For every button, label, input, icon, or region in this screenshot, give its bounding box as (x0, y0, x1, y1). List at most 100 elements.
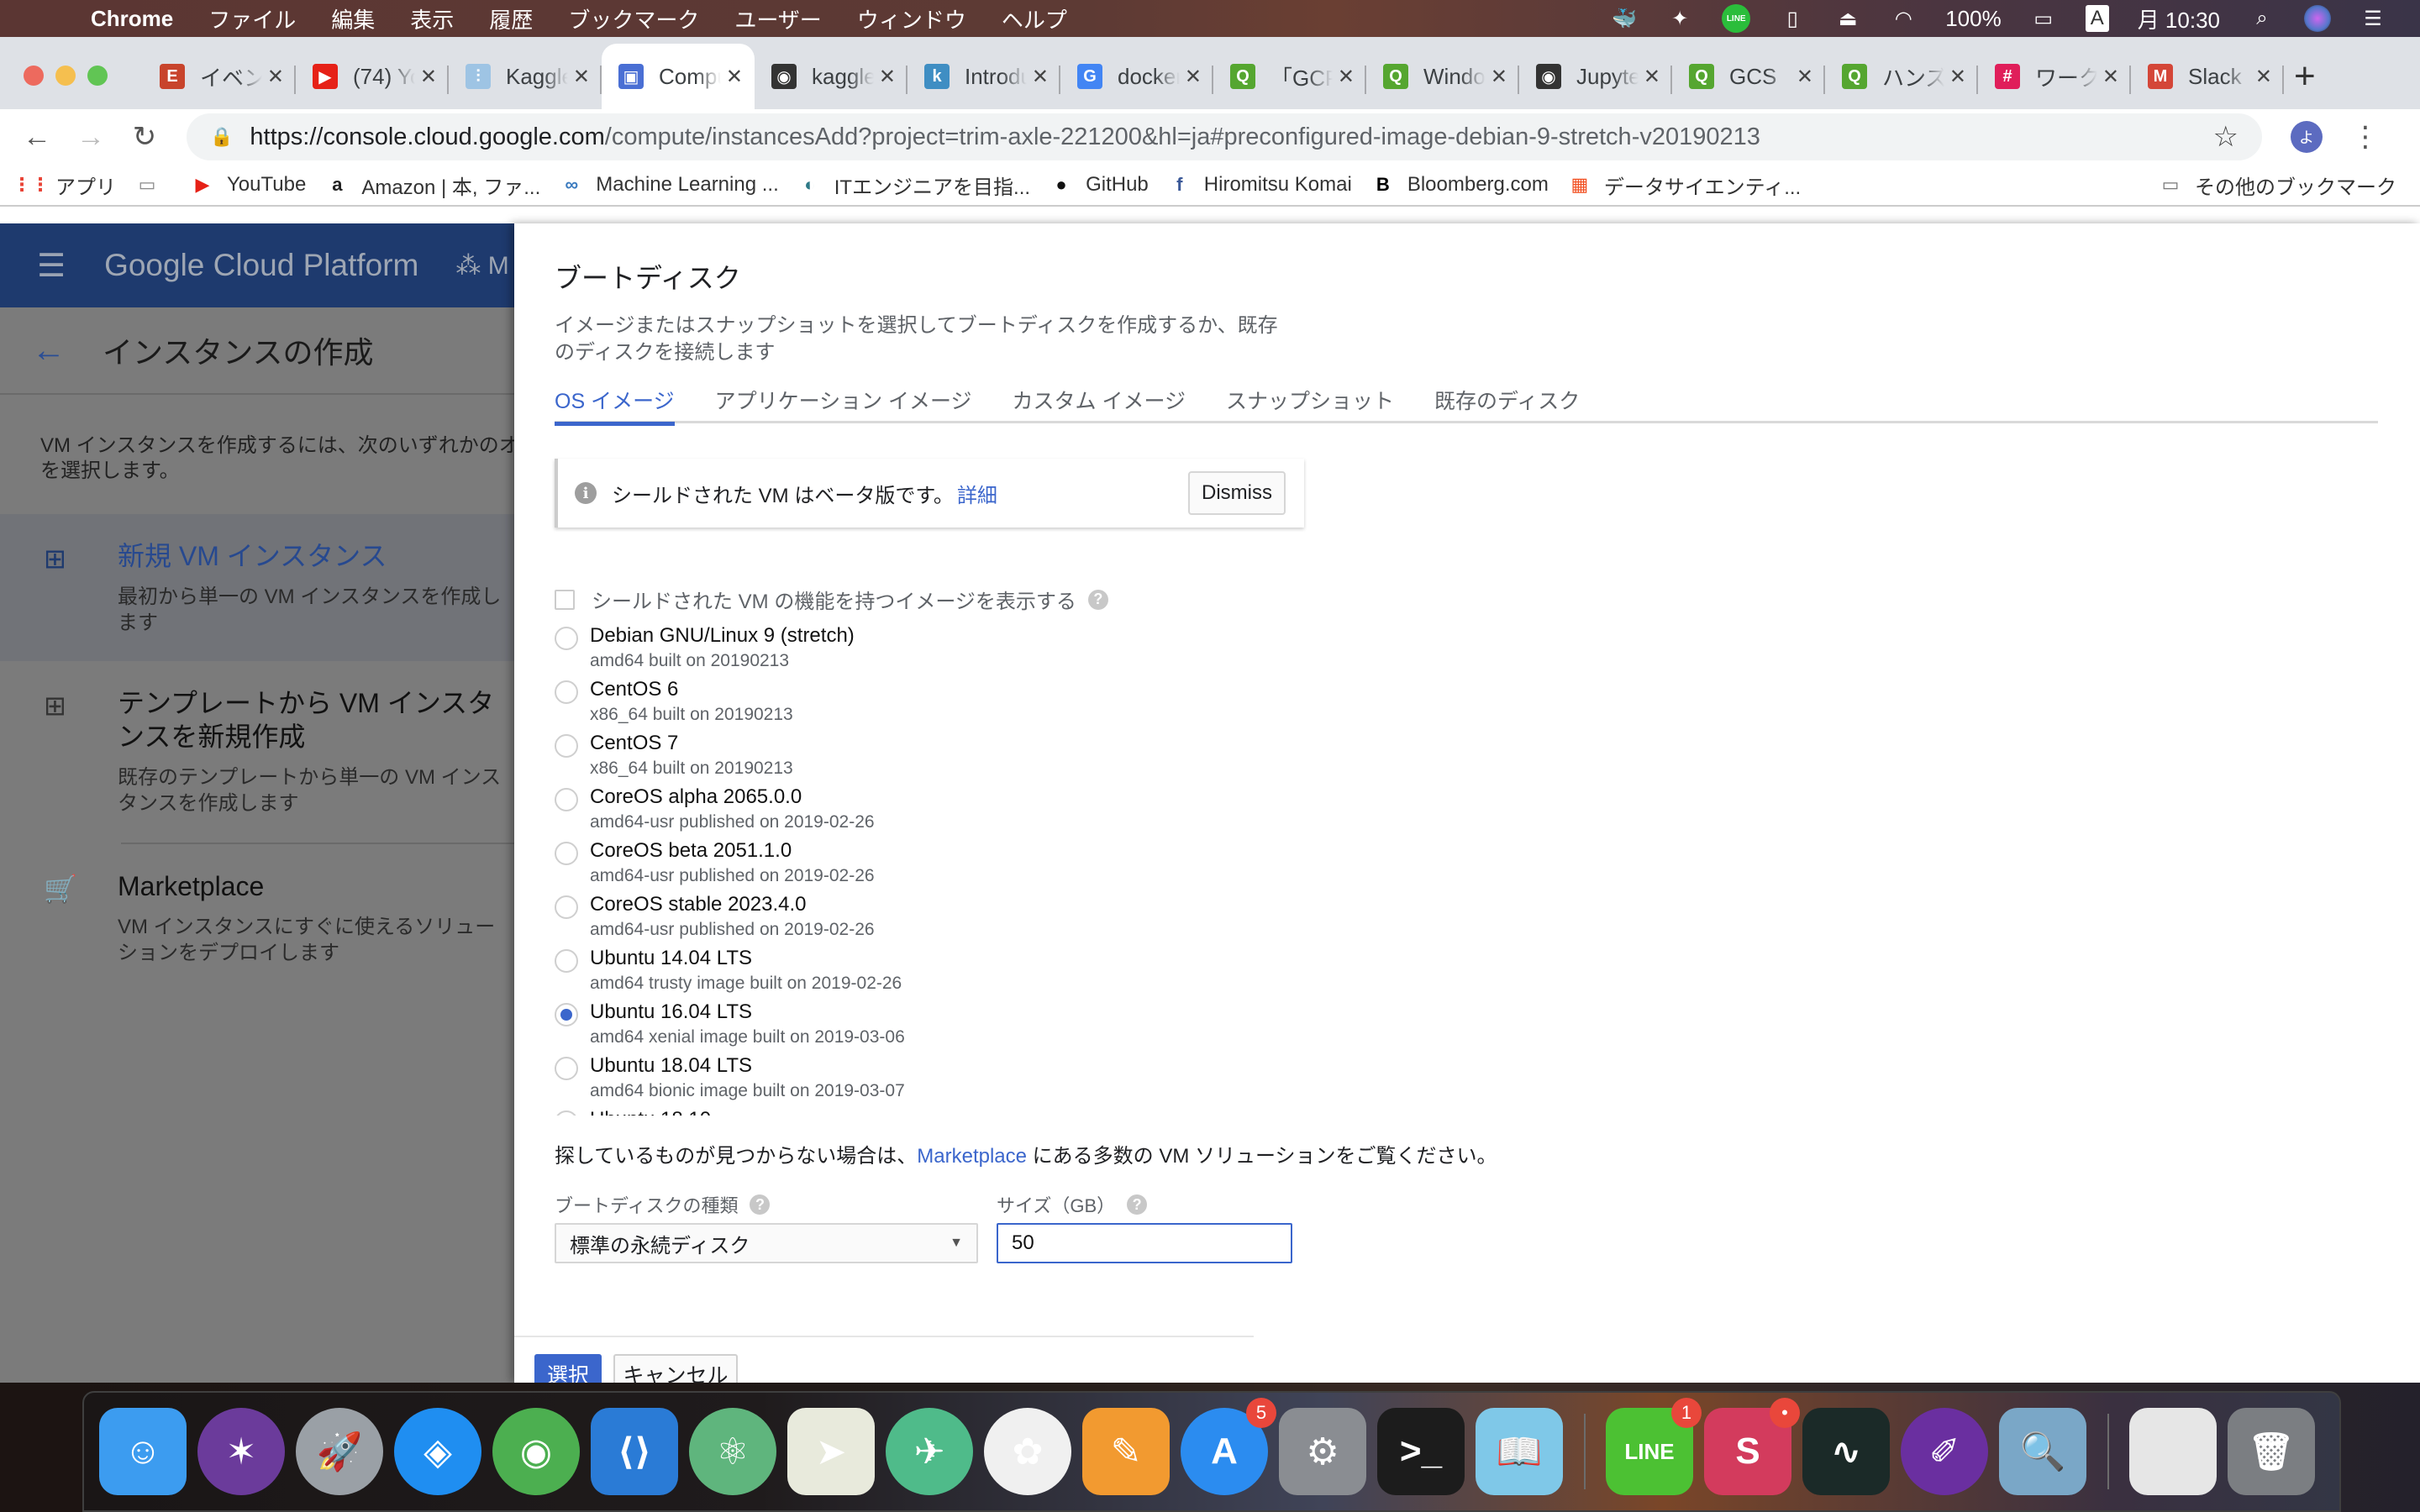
tab-close-icon[interactable]: ✕ (267, 65, 284, 89)
other-bookmarks[interactable]: ▭ その他のブックマーク (2158, 171, 2396, 200)
tab-close-icon[interactable]: ✕ (2102, 65, 2119, 89)
input-method-indicator[interactable]: A (2085, 5, 2109, 32)
dock-slack-icon[interactable]: S • (1704, 1398, 1800, 1495)
bookmark-star-icon[interactable]: ☆ (2213, 120, 2238, 154)
creation-option[interactable]: 🛒 Marketplace VM インスタンスにすぐに使えるソリュー ションをデプロ… (0, 844, 514, 991)
os-radio-button[interactable] (555, 1003, 578, 1026)
back-arrow-icon[interactable]: ← (32, 332, 66, 370)
bookmark-item[interactable]: ∞ Machine Learning ... (559, 172, 778, 197)
image-source-tab[interactable]: アプリケーション イメージ (715, 375, 972, 423)
image-source-tab[interactable]: スナップショット (1226, 375, 1394, 423)
menu-user[interactable]: ユーザー (734, 3, 821, 34)
dock-atom-icon[interactable]: ⚛ (689, 1408, 776, 1495)
menu-window[interactable]: ウィンドウ (857, 3, 966, 34)
browser-tab[interactable]: # ワークスペース✕ (1978, 44, 2131, 109)
os-image-option[interactable]: Ubuntu 16.04 LTS amd64 xenial image built… (555, 1000, 1311, 1053)
project-selector[interactable]: ⁂ M (455, 251, 508, 281)
bookmark-item[interactable]: ▭ (134, 172, 171, 197)
display-icon[interactable]: ▯ (1779, 6, 1806, 31)
menu-help[interactable]: ヘルプ (1002, 3, 1067, 34)
image-source-tab[interactable]: 既存のディスク (1434, 375, 1580, 423)
forward-button[interactable]: → (74, 121, 108, 154)
bookmark-item[interactable]: ▶ YouTube (190, 172, 307, 197)
browser-tab[interactable]: M Slack ✕ (2131, 44, 2284, 109)
os-radio-button[interactable] (555, 949, 578, 973)
bookmark-item[interactable]: B Bloomberg.com (1370, 172, 1549, 197)
creation-option[interactable]: ⊞ 新規 VM インスタンス 最初から単一の VM インスタンスを作成し ます (0, 514, 514, 662)
menu-edit[interactable]: 編集 (331, 3, 375, 34)
os-radio-button[interactable] (555, 1057, 578, 1080)
airplay-icon[interactable]: ⏏ (1834, 6, 1861, 31)
status-app-icon[interactable]: ✦ (1666, 6, 1693, 31)
os-radio-button[interactable] (555, 627, 578, 650)
os-radio-button[interactable] (555, 788, 578, 811)
dock-line-icon[interactable]: LINE 1 (1606, 1398, 1702, 1495)
dock-app-store-icon[interactable]: A5 (1181, 1398, 1276, 1495)
browser-tab[interactable]: E イベント✕ (143, 44, 296, 109)
os-image-option[interactable]: Ubuntu 18.10 (555, 1107, 1311, 1116)
tab-close-icon[interactable]: ✕ (1185, 65, 1202, 89)
tab-close-icon[interactable]: ✕ (879, 65, 896, 89)
bookmark-item[interactable]: ▦ データサイエンティ... (1567, 171, 1802, 200)
os-image-option[interactable]: CoreOS stable 2023.4.0 amd64-usr publishe… (555, 892, 1311, 946)
os-image-list[interactable]: Debian GNU/Linux 9 (stretch) amd64 built … (555, 623, 1311, 1116)
dock-kindle-icon[interactable]: 📖 (1476, 1408, 1563, 1495)
dock-paper-plane-icon[interactable]: ✈ (886, 1408, 973, 1495)
dock-terminal-icon[interactable]: >_ (1377, 1408, 1465, 1495)
tab-close-icon[interactable]: ✕ (1797, 65, 1813, 89)
bookmark-item[interactable]: ● GitHub (1049, 172, 1148, 197)
dock-safari-icon[interactable]: ◈ (394, 1408, 481, 1495)
os-image-option[interactable]: Ubuntu 18.04 LTS amd64 bionic image built… (555, 1053, 1311, 1107)
disk-type-select[interactable]: 標準の永続ディスク ▼ (555, 1223, 978, 1263)
tab-close-icon[interactable]: ✕ (1338, 65, 1355, 89)
battery-icon[interactable]: ▭ (2030, 6, 2057, 31)
address-bar[interactable]: 🔒 https://console.cloud.google.com/compu… (187, 113, 2262, 160)
browser-tab[interactable]: Gdocker ✕ (1060, 44, 1213, 109)
browser-tab[interactable]: Q GCS ✕ (1672, 44, 1825, 109)
os-radio-button[interactable] (555, 895, 578, 919)
size-help-icon[interactable]: ? (1127, 1194, 1148, 1215)
os-radio-button[interactable] (555, 842, 578, 865)
disk-type-help-icon[interactable]: ? (750, 1194, 771, 1215)
bookmark-item[interactable]: ◐ ITエンジニアを目指... (797, 171, 1030, 200)
dock-system-preferences-icon[interactable]: ⚙ (1279, 1408, 1366, 1495)
chrome-menu-icon[interactable]: ⋮ (2351, 120, 2380, 154)
os-radio-button[interactable] (555, 734, 578, 758)
os-image-option[interactable]: Debian GNU/Linux 9 (stretch) amd64 built … (555, 623, 1311, 677)
dock-siri-icon[interactable]: ✶ (197, 1408, 285, 1495)
menu-file[interactable]: ファイル (208, 3, 296, 34)
dismiss-button[interactable]: Dismiss (1188, 471, 1286, 515)
bookmark-item[interactable]: a Amazon | 本, ファ... (324, 171, 540, 200)
creation-option[interactable]: ⊞ テンプレートから VM インスタ ンスを新規作成 既存のテンプレートから単一の … (0, 661, 514, 842)
window-close-button[interactable] (24, 66, 44, 86)
menu-app-name[interactable]: Chrome (91, 6, 173, 32)
os-radio-button[interactable] (555, 680, 578, 704)
notification-center-icon[interactable]: ☰ (2360, 6, 2386, 31)
tab-close-icon[interactable]: ✕ (573, 65, 590, 89)
dock-dbeaver-icon[interactable]: ✐ (1901, 1408, 1988, 1495)
tab-close-icon[interactable]: ✕ (726, 65, 743, 89)
tab-close-icon[interactable]: ✕ (1032, 65, 1049, 89)
dock-preview-icon[interactable]: 🔍 (1999, 1408, 2086, 1495)
clock[interactable]: 月 10:30 (2138, 3, 2220, 34)
tab-close-icon[interactable]: ✕ (2255, 65, 2272, 89)
dock-chrome-icon[interactable]: ◉ (492, 1408, 580, 1495)
hamburger-menu-icon[interactable]: ☰ (37, 247, 66, 285)
docker-icon[interactable]: 🐳 (1611, 6, 1638, 31)
lock-icon[interactable]: 🔒 (210, 126, 233, 148)
browser-tab[interactable]: Q Windows✕ (1366, 44, 1519, 109)
menu-bookmarks[interactable]: ブックマーク (568, 3, 699, 34)
shielded-vm-checkbox[interactable] (555, 589, 575, 610)
tab-close-icon[interactable]: ✕ (1644, 65, 1660, 89)
dock-pages-icon[interactable]: ✎ (1082, 1408, 1170, 1495)
wifi-icon[interactable]: ◠ (1890, 6, 1917, 31)
shielded-vm-checkbox-label[interactable]: シールドされた VM の機能を持つイメージを表示する (592, 585, 1076, 614)
spotlight-search-icon[interactable]: ⌕ (2249, 6, 2275, 31)
marketplace-link[interactable]: Marketplace (917, 1145, 1027, 1168)
dock-downloads-stack-icon[interactable] (2129, 1408, 2217, 1495)
disk-size-input[interactable] (997, 1223, 1292, 1263)
window-minimize-button[interactable] (55, 66, 76, 86)
os-image-option[interactable]: Ubuntu 14.04 LTS amd64 trusty image built… (555, 946, 1311, 1000)
tab-close-icon[interactable]: ✕ (1491, 65, 1507, 89)
os-radio-button[interactable] (555, 1110, 578, 1116)
